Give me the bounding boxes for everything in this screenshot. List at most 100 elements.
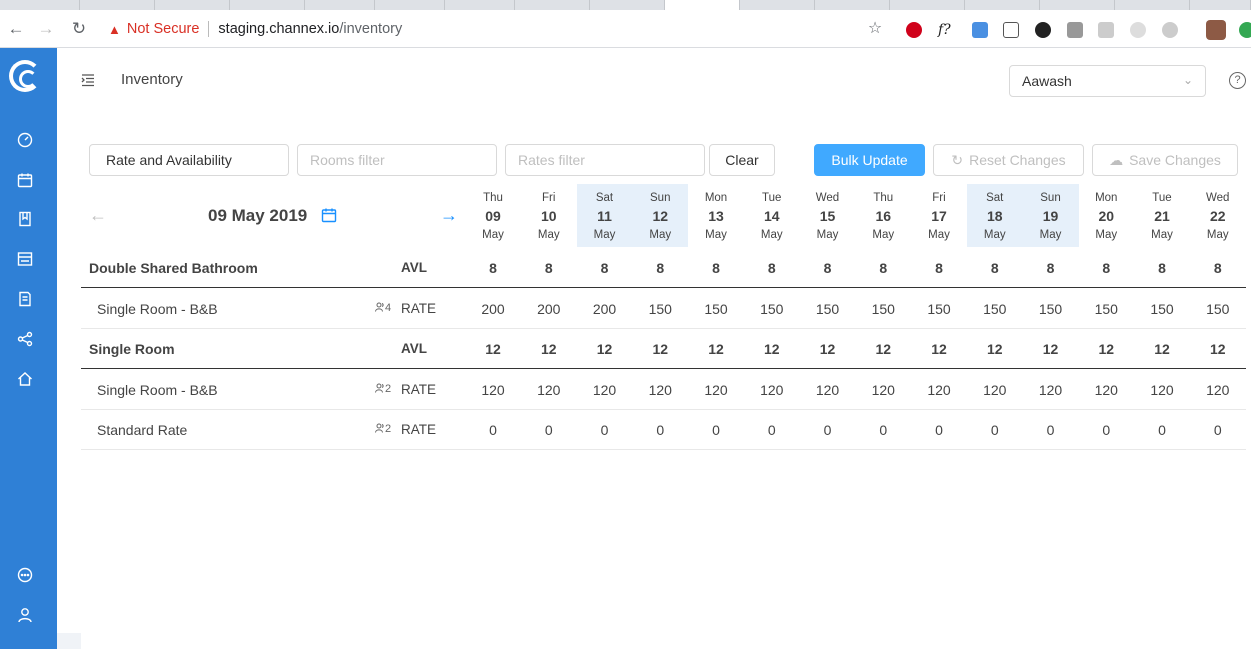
rate-cell[interactable]: 0 <box>632 422 688 438</box>
rate-cell[interactable]: 0 <box>465 422 521 438</box>
calendar-icon[interactable] <box>17 172 33 188</box>
rate-cell[interactable]: 120 <box>632 382 688 398</box>
share-icon[interactable] <box>17 331 33 347</box>
rate-cell[interactable]: 120 <box>1190 382 1246 398</box>
notes-extension-icon[interactable] <box>1003 22 1019 38</box>
rate-cell[interactable]: 150 <box>688 301 744 317</box>
dashboard-icon[interactable] <box>17 132 33 148</box>
extension-icon[interactable] <box>1098 22 1114 38</box>
browser-tab[interactable] <box>0 0 80 10</box>
rate-cell[interactable]: 150 <box>1134 301 1190 317</box>
adblock-extension-icon[interactable] <box>906 22 922 38</box>
channex-logo[interactable] <box>9 60 41 92</box>
rate-cell[interactable]: 0 <box>1078 422 1134 438</box>
rate-cell[interactable]: 0 <box>855 422 911 438</box>
rate-cell[interactable]: 0 <box>688 422 744 438</box>
browser-tab[interactable] <box>1040 0 1115 10</box>
rate-cell[interactable]: 0 <box>744 422 800 438</box>
availability-cell[interactable]: 8 <box>1023 260 1079 276</box>
user-icon[interactable] <box>17 607 33 623</box>
rate-cell[interactable]: 150 <box>1023 301 1079 317</box>
rate-cell[interactable]: 200 <box>577 301 633 317</box>
rate-cell[interactable]: 120 <box>911 382 967 398</box>
availability-cell[interactable]: 12 <box>967 341 1023 357</box>
availability-cell[interactable]: 8 <box>744 260 800 276</box>
availability-cell[interactable]: 8 <box>911 260 967 276</box>
browser-tab[interactable] <box>445 0 515 10</box>
profile-avatar[interactable] <box>1206 20 1226 40</box>
reset-changes-button[interactable]: ↻ Reset Changes <box>933 144 1084 176</box>
availability-cell[interactable]: 12 <box>1134 341 1190 357</box>
rate-cell[interactable]: 150 <box>967 301 1023 317</box>
forward-icon[interactable]: → <box>36 19 56 39</box>
rate-cell[interactable]: 150 <box>1190 301 1246 317</box>
browser-tab[interactable] <box>740 0 815 10</box>
rate-cell[interactable]: 0 <box>577 422 633 438</box>
formula-extension-icon[interactable]: f? <box>938 22 954 38</box>
back-icon[interactable]: ← <box>6 19 26 39</box>
rate-cell[interactable]: 120 <box>967 382 1023 398</box>
address-bar[interactable]: ▲ Not Secure staging.channex.io/inventor… <box>108 18 402 40</box>
browser-tab[interactable] <box>1190 0 1251 10</box>
rate-cell[interactable]: 120 <box>855 382 911 398</box>
browser-tab[interactable] <box>815 0 890 10</box>
account-select[interactable]: Aawash ⌄ <box>1009 65 1206 97</box>
browser-tab[interactable] <box>230 0 305 10</box>
availability-cell[interactable]: 12 <box>577 341 633 357</box>
rate-cell[interactable]: 200 <box>521 301 577 317</box>
availability-cell[interactable]: 12 <box>1023 341 1079 357</box>
rate-cell[interactable]: 120 <box>1078 382 1134 398</box>
browser-tab[interactable] <box>375 0 445 10</box>
rate-cell[interactable]: 200 <box>465 301 521 317</box>
store-icon[interactable] <box>17 251 33 267</box>
availability-cell[interactable]: 8 <box>1190 260 1246 276</box>
rate-cell[interactable]: 150 <box>800 301 856 317</box>
browser-tab[interactable] <box>515 0 590 10</box>
availability-cell[interactable]: 8 <box>1134 260 1190 276</box>
rate-cell[interactable]: 120 <box>465 382 521 398</box>
next-arrow-icon[interactable]: → <box>440 205 458 225</box>
extension-icon[interactable] <box>1162 22 1178 38</box>
availability-cell[interactable]: 8 <box>688 260 744 276</box>
bulk-update-button[interactable]: Bulk Update <box>814 144 925 176</box>
browser-tab[interactable] <box>965 0 1040 10</box>
rate-cell[interactable]: 150 <box>911 301 967 317</box>
rate-cell[interactable]: 0 <box>800 422 856 438</box>
clear-button[interactable]: Clear <box>709 144 775 176</box>
chat-icon[interactable] <box>17 567 33 583</box>
availability-cell[interactable]: 8 <box>855 260 911 276</box>
rate-cell[interactable]: 0 <box>1023 422 1079 438</box>
availability-cell[interactable]: 12 <box>465 341 521 357</box>
availability-cell[interactable]: 12 <box>800 341 856 357</box>
rate-cell[interactable]: 120 <box>1134 382 1190 398</box>
rooms-filter-input[interactable]: Rooms filter <box>297 144 497 176</box>
rate-cell[interactable]: 150 <box>632 301 688 317</box>
rate-cell[interactable]: 0 <box>1134 422 1190 438</box>
rates-filter-input[interactable]: Rates filter <box>505 144 705 176</box>
availability-cell[interactable]: 12 <box>855 341 911 357</box>
previous-arrow-icon[interactable]: ← <box>89 205 107 225</box>
rate-cell[interactable]: 120 <box>521 382 577 398</box>
rate-cell[interactable]: 120 <box>1023 382 1079 398</box>
book-icon[interactable] <box>17 211 33 227</box>
home-icon[interactable] <box>17 371 33 387</box>
rate-cell[interactable]: 150 <box>855 301 911 317</box>
rate-cell[interactable]: 0 <box>967 422 1023 438</box>
rate-cell[interactable]: 150 <box>744 301 800 317</box>
browser-tab[interactable] <box>305 0 375 10</box>
availability-cell[interactable]: 8 <box>577 260 633 276</box>
calendar-icon[interactable] <box>321 207 337 223</box>
browser-tab[interactable] <box>1115 0 1190 10</box>
availability-cell[interactable]: 12 <box>521 341 577 357</box>
help-icon[interactable]: ? <box>1229 72 1246 89</box>
extension-icon[interactable] <box>1239 22 1251 38</box>
rate-cell[interactable]: 120 <box>577 382 633 398</box>
availability-cell[interactable]: 12 <box>688 341 744 357</box>
availability-cell[interactable]: 8 <box>967 260 1023 276</box>
mode-select[interactable]: Rate and Availability <box>89 144 289 176</box>
availability-cell[interactable]: 8 <box>465 260 521 276</box>
rate-cell[interactable]: 120 <box>744 382 800 398</box>
availability-cell[interactable]: 12 <box>911 341 967 357</box>
report-icon[interactable] <box>17 291 33 307</box>
extension-icon[interactable] <box>1067 22 1083 38</box>
